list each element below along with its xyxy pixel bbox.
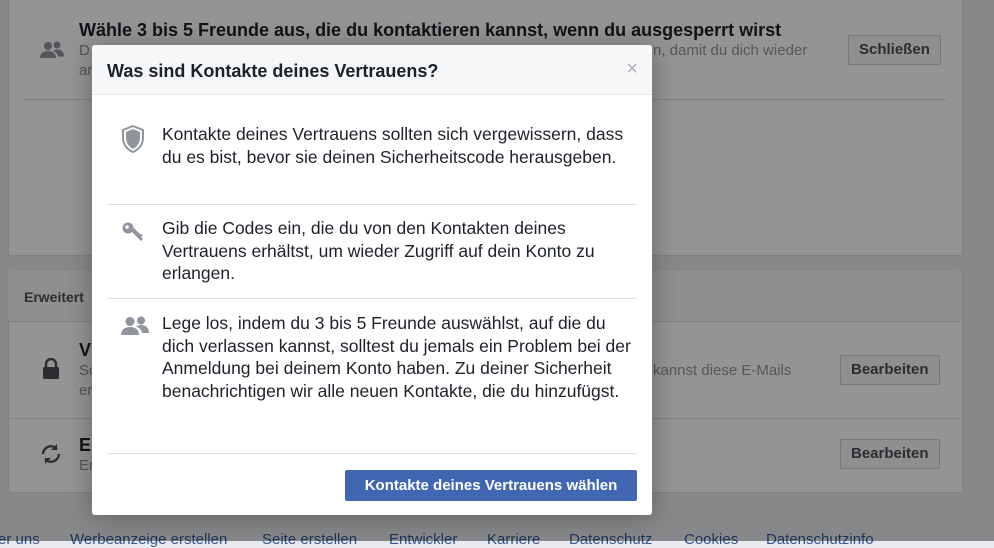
divider	[107, 453, 637, 454]
info-item-codes: Gib die Codes ein, die du von den Kontak…	[107, 217, 637, 297]
trusted-contacts-dialog: Was sind Kontakte deines Vertrauens? × K…	[92, 45, 652, 515]
dialog-title: Was sind Kontakte deines Vertrauens?	[107, 61, 439, 81]
info-item-text: Gib die Codes ein, die du von den Kontak…	[162, 218, 595, 283]
key-icon	[122, 222, 143, 241]
info-item-text: Kontakte deines Vertrauens sollten sich …	[162, 124, 624, 167]
close-icon[interactable]: ×	[626, 59, 638, 79]
people-icon	[121, 316, 149, 335]
choose-trusted-contacts-button[interactable]: Kontakte deines Vertrauens wählen	[345, 470, 637, 501]
dialog-header: Was sind Kontakte deines Vertrauens? ×	[92, 45, 652, 95]
info-item-text: Lege los, indem du 3 bis 5 Freunde auswä…	[162, 313, 631, 401]
shield-icon	[122, 125, 144, 153]
divider	[107, 204, 637, 205]
divider	[107, 298, 637, 299]
info-item-get-started: Lege los, indem du 3 bis 5 Freunde auswä…	[107, 312, 637, 432]
info-item-verify: Kontakte deines Vertrauens sollten sich …	[107, 123, 637, 203]
